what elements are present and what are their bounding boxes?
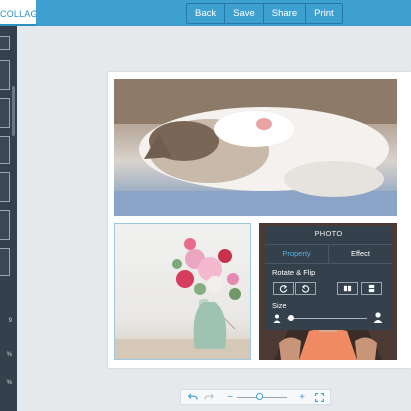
- rotate-left-button[interactable]: [273, 282, 294, 295]
- fullscreen-button[interactable]: [313, 390, 325, 404]
- person-large-icon: [373, 312, 383, 323]
- save-button[interactable]: Save: [225, 4, 264, 23]
- flip-vertical-button[interactable]: [361, 282, 382, 295]
- print-button[interactable]: Print: [306, 4, 342, 23]
- panel-tabs: Property Effect: [265, 244, 392, 264]
- layout-thumb[interactable]: [0, 248, 10, 276]
- size-label: Size: [272, 301, 287, 310]
- panel-title: PHOTO: [314, 229, 343, 238]
- flip-horizontal-icon: [343, 285, 352, 292]
- cat-image: [114, 79, 397, 216]
- fullscreen-icon: [314, 392, 324, 402]
- zoom-in-button[interactable]: +: [297, 390, 307, 404]
- layout-thumb[interactable]: [0, 172, 10, 202]
- photo-property-panel: PHOTO Property Effect Rotate & Flip Size: [265, 226, 392, 330]
- sidebar-scrollbar[interactable]: [12, 86, 15, 136]
- zoom-out-button[interactable]: −: [225, 390, 235, 404]
- layout-thumb[interactable]: [0, 36, 10, 50]
- layout-thumb[interactable]: [0, 60, 10, 90]
- redo-button[interactable]: [203, 390, 215, 404]
- layout-sidebar: 9 % %: [0, 26, 17, 411]
- share-button[interactable]: Share: [263, 4, 307, 23]
- rotate-right-icon: [301, 284, 310, 293]
- sidebar-value: %: [6, 380, 12, 386]
- back-button[interactable]: Back: [187, 4, 226, 23]
- zoom-slider-knob[interactable]: [256, 393, 263, 400]
- size-slider-track[interactable]: [287, 318, 367, 319]
- main-toolbar: Back Save Share Print: [186, 3, 343, 24]
- person-small-icon: [273, 314, 281, 323]
- top-bar: COLLAGE Back Save Share Print: [0, 0, 411, 26]
- tab-effect[interactable]: Effect: [328, 245, 392, 263]
- size-slider-knob[interactable]: [288, 315, 294, 321]
- collage-tab[interactable]: COLLAGE: [0, 0, 36, 26]
- flip-horizontal-button[interactable]: [337, 282, 358, 295]
- zoom-bar: − +: [180, 389, 331, 405]
- rotate-flip-label: Rotate & Flip: [272, 268, 316, 277]
- layout-thumb[interactable]: [0, 136, 10, 164]
- rotate-right-button[interactable]: [295, 282, 316, 295]
- flip-vertical-icon: [368, 284, 375, 293]
- layout-thumb[interactable]: [0, 98, 10, 128]
- redo-icon: [204, 393, 214, 400]
- undo-icon: [188, 393, 198, 400]
- photo-flowers[interactable]: [114, 223, 251, 360]
- rotate-left-icon: [279, 284, 288, 293]
- tab-property[interactable]: Property: [265, 245, 328, 263]
- photo-cat[interactable]: [114, 79, 397, 216]
- sidebar-value: 9: [8, 318, 12, 324]
- layout-thumb[interactable]: [0, 210, 10, 240]
- sidebar-value: %: [6, 352, 12, 358]
- undo-button[interactable]: [187, 390, 199, 404]
- flowers-image: [115, 238, 250, 359]
